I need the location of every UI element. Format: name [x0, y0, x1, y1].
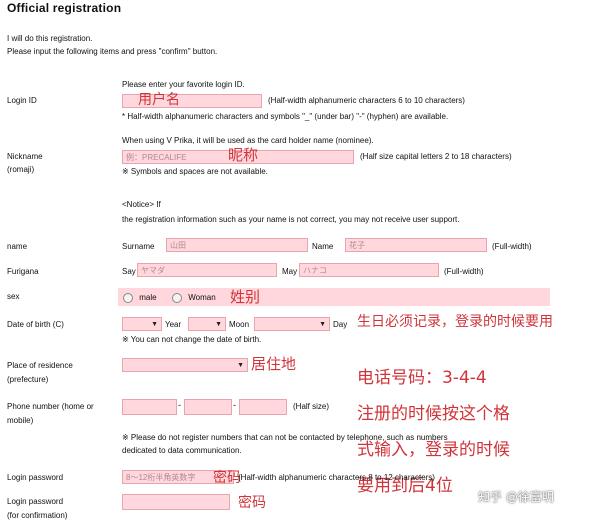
- phone-label: Phone number (home or: [7, 402, 94, 411]
- sex-male-option[interactable]: male: [123, 293, 157, 303]
- residence-select[interactable]: [122, 358, 248, 373]
- dob-label: Date of birth (C): [7, 320, 64, 329]
- nickname-label-romaji: (romaji): [7, 165, 35, 174]
- surname-label: Surname: [122, 242, 155, 251]
- password-confirm-input[interactable]: [122, 494, 230, 510]
- residence-label-prefecture: (prefecture): [7, 375, 49, 384]
- sex-annotation: 姓别: [230, 288, 261, 306]
- notice-line-2: the registration information such as you…: [122, 215, 460, 224]
- login-id-annotation: 用户名: [138, 92, 180, 108]
- phone-annotation-line-1: 电话号码：3-4-4: [357, 368, 487, 388]
- dob-month-select[interactable]: [188, 317, 226, 332]
- furigana-label: Furigana: [7, 267, 39, 276]
- phone-annotation-line-2: 注册的时候按这个格: [357, 404, 510, 424]
- phone-part-2-input[interactable]: [184, 399, 232, 415]
- furigana-width-note: (Full-width): [444, 267, 484, 276]
- phone-dash-1: -: [178, 400, 181, 410]
- surname-input[interactable]: 山田: [166, 238, 308, 252]
- password-confirm-label: Login password: [7, 497, 64, 506]
- nickname-annotation: 昵称: [228, 146, 259, 164]
- sex-female-radio[interactable]: [172, 293, 182, 303]
- furigana-may-label: May: [282, 267, 298, 276]
- nickname-length-note: (Half size capital letters 2 to 18 chara…: [360, 152, 512, 161]
- phone-label-mobile: mobile): [7, 416, 34, 425]
- phone-dash-2: -: [233, 400, 236, 410]
- password-length-note: (Half-width alphanumeric characters 8 to…: [238, 473, 435, 482]
- dob-annotation: 生日必须记录，登录的时候要用: [357, 314, 553, 330]
- dob-day-label: Day: [333, 320, 348, 329]
- password-confirm-annotation: 密码: [238, 495, 266, 511]
- residence-label: Place of residence: [7, 361, 73, 370]
- password-label: Login password: [7, 473, 64, 482]
- login-id-label: Login ID: [7, 96, 37, 105]
- nickname-symbol-note: ※ Symbols and spaces are not available.: [122, 167, 268, 176]
- phone-note-line-2: dedicated to data communication.: [122, 446, 242, 455]
- residence-annotation: 居住地: [251, 355, 297, 373]
- phone-part-1-input[interactable]: [122, 399, 177, 415]
- login-id-hint: Please enter your favorite login ID.: [122, 80, 245, 89]
- phone-part-3-input[interactable]: [239, 399, 287, 415]
- password-confirm-label-sub: (for confirmation): [7, 511, 68, 520]
- watermark: 知乎 @徐富明: [478, 490, 554, 504]
- phone-note-line-1: ※ Please do not register numbers that ca…: [122, 433, 448, 442]
- login-id-length-note: (Half-width alphanumeric characters 6 to…: [268, 96, 465, 105]
- given-name-label: Name: [312, 242, 334, 251]
- dob-year-select[interactable]: [122, 317, 162, 332]
- nickname-hint: When using V Prika, it will be used as t…: [122, 136, 374, 145]
- notice-line-1: <Notice> If: [122, 200, 161, 209]
- login-id-symbol-note: * Half-width alphanumeric characters and…: [122, 112, 449, 121]
- phone-annotation-line-3: 式输入，登录的时候: [357, 440, 510, 460]
- nickname-label: Nickname: [7, 152, 43, 161]
- phone-size-note: (Half size): [293, 402, 330, 411]
- sex-male-label: male: [139, 293, 157, 303]
- sex-male-radio[interactable]: [123, 293, 133, 303]
- furigana-say-label: Say: [122, 267, 136, 276]
- furigana-may-input[interactable]: ハナコ: [299, 263, 439, 277]
- page-title: Official registration: [7, 1, 122, 15]
- sex-label: sex: [7, 292, 20, 301]
- intro-line-2: Please input the following items and pre…: [7, 47, 218, 56]
- name-width-note: (Full-width): [492, 242, 532, 251]
- sex-female-option[interactable]: Woman: [172, 293, 216, 303]
- dob-day-select[interactable]: [254, 317, 330, 332]
- password-annotation: 密码: [213, 470, 241, 486]
- sex-female-label: Woman: [188, 293, 216, 303]
- given-name-input[interactable]: 花子: [345, 238, 487, 252]
- furigana-say-input[interactable]: ヤマダ: [137, 263, 277, 277]
- dob-year-label: Year: [165, 320, 182, 329]
- intro-line-1: I will do this registration.: [7, 34, 93, 43]
- name-label: name: [7, 242, 28, 251]
- dob-month-label: Moon: [229, 320, 250, 329]
- dob-note: ※ You can not change the date of birth.: [122, 335, 262, 344]
